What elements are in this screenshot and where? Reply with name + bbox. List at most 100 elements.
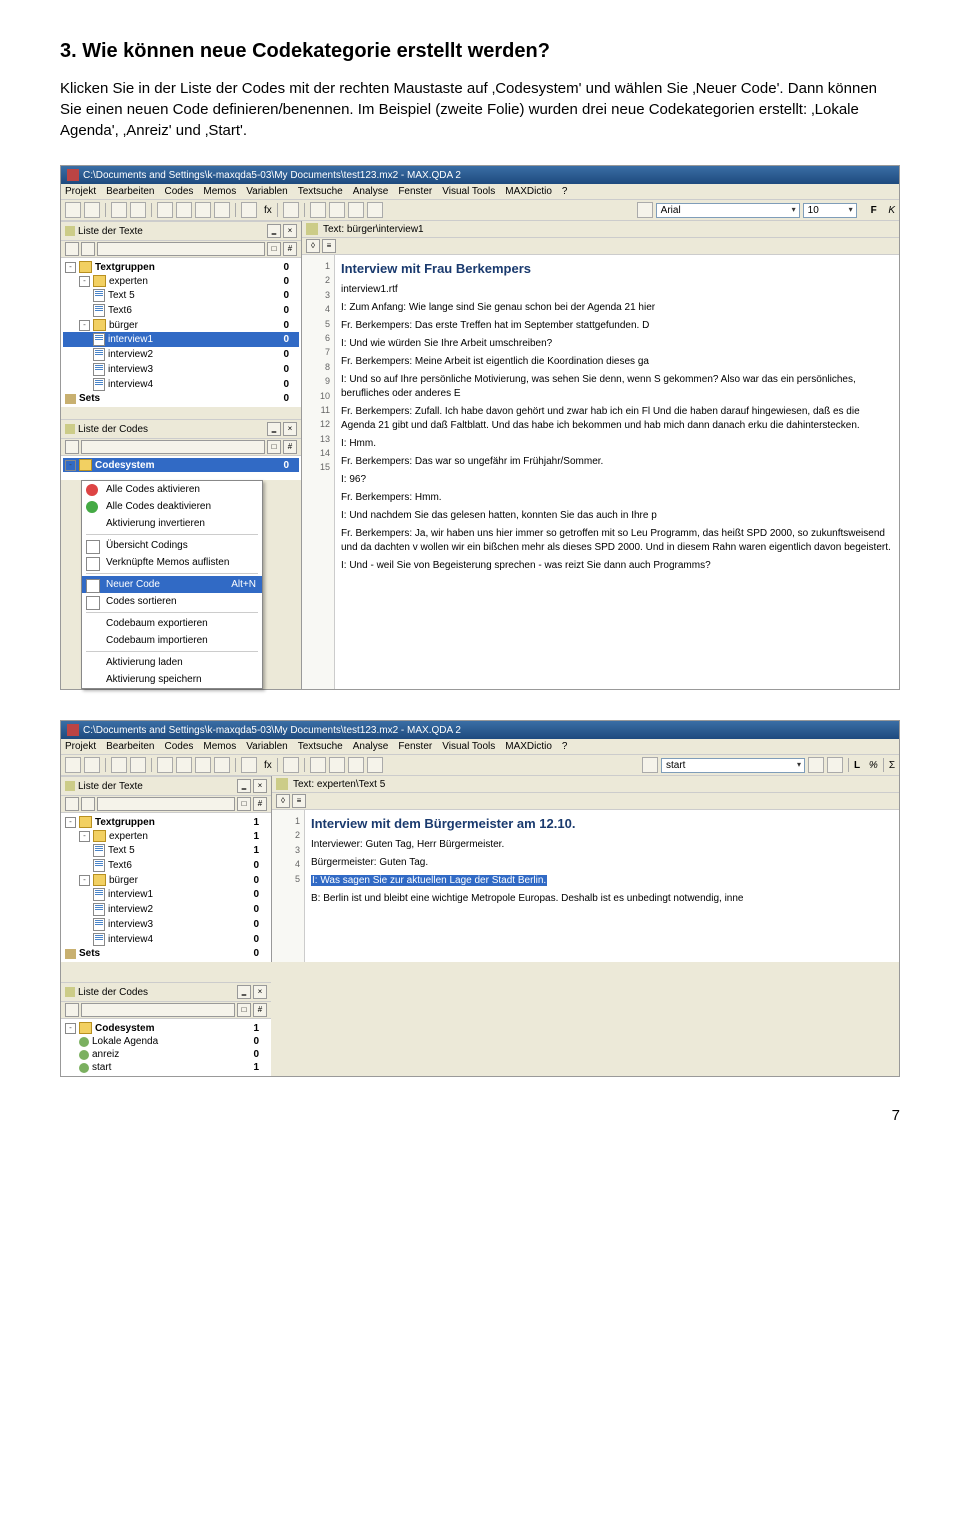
toolbar-button[interactable] <box>111 202 127 218</box>
tree-row[interactable]: Text60 <box>63 303 299 318</box>
menu-item[interactable]: Visual Tools <box>442 741 495 752</box>
tree-row[interactable]: anreiz0 <box>63 1048 269 1061</box>
menu-item[interactable]: Analyse <box>353 186 389 197</box>
menu-item[interactable]: ? <box>562 186 568 197</box>
menu-item[interactable]: Textsuche <box>298 186 343 197</box>
tree-row[interactable]: -Codesystem1 <box>63 1021 269 1035</box>
toolbar-button[interactable] <box>214 757 230 773</box>
tree-row[interactable]: -Codesystem0 <box>63 458 299 472</box>
tree-row[interactable]: -bürger0 <box>63 873 269 887</box>
toolbar-button[interactable]: L <box>854 760 860 771</box>
text-tree[interactable]: -Textgruppen0-experten0Text 50Text60-bür… <box>61 258 301 407</box>
tool-button[interactable]: □ <box>267 242 281 256</box>
tool-button[interactable] <box>65 440 79 454</box>
menu-item[interactable]: Fenster <box>398 741 432 752</box>
menu-item[interactable]: MAXDictio <box>505 741 552 752</box>
codes-tree[interactable]: -Codesystem1Lokale Agenda0anreiz0start1 <box>61 1019 271 1076</box>
menu-item[interactable]: Codes <box>165 186 194 197</box>
tree-row[interactable]: Lokale Agenda0 <box>63 1035 269 1048</box>
tree-row[interactable]: Sets0 <box>63 392 299 405</box>
menu-item[interactable]: MAXDictio <box>505 186 552 197</box>
close-icon[interactable]: × <box>283 422 297 436</box>
context-menu-item[interactable]: Codebaum exportieren <box>82 615 262 632</box>
tool-button[interactable]: ◊ <box>306 239 320 253</box>
toolbar-button[interactable] <box>329 202 345 218</box>
toolbar-button[interactable] <box>157 202 173 218</box>
context-menu-item[interactable]: Aktivierung speichern <box>82 671 262 688</box>
toolbar-button[interactable] <box>84 757 100 773</box>
doc-content[interactable]: Interview mit Frau Berkempersinterview1.… <box>335 255 899 689</box>
main-toolbar[interactable]: fx Arial 10 F K <box>61 200 899 221</box>
toolbar-button[interactable] <box>827 757 843 773</box>
tree-row[interactable]: start1 <box>63 1061 269 1074</box>
tree-row[interactable]: -experten1 <box>63 829 269 843</box>
tree-row[interactable]: interview10 <box>63 332 299 347</box>
toolbar-button[interactable] <box>310 202 326 218</box>
menu-item[interactable]: Projekt <box>65 741 96 752</box>
toolbar-button[interactable] <box>195 202 211 218</box>
context-menu-item[interactable]: Alle Codes aktivieren <box>82 481 262 498</box>
tree-row[interactable]: interview30 <box>63 917 269 932</box>
toolbar-button[interactable] <box>329 757 345 773</box>
menu-item[interactable]: Memos <box>203 186 236 197</box>
menu-bar[interactable]: ProjektBearbeitenCodesMemosVariablenText… <box>61 184 899 200</box>
doc-content[interactable]: Interview mit dem Bürgermeister am 12.10… <box>305 810 899 962</box>
tree-row[interactable]: interview20 <box>63 902 269 917</box>
context-menu-item[interactable]: Alle Codes deaktivieren <box>82 498 262 515</box>
toolbar-button[interactable]: Σ <box>889 760 895 771</box>
tree-row[interactable]: -bürger0 <box>63 318 299 332</box>
menu-item[interactable]: Analyse <box>353 741 389 752</box>
toolbar-button[interactable] <box>84 202 100 218</box>
tool-button[interactable] <box>81 242 95 256</box>
toolbar-button[interactable] <box>214 202 230 218</box>
context-menu-item[interactable]: Übersicht Codings <box>82 537 262 554</box>
toolbar-button[interactable] <box>130 757 146 773</box>
context-menu-item[interactable]: Verknüpfte Memos auflisten <box>82 554 262 571</box>
toolbar-button[interactable] <box>348 202 364 218</box>
tree-row[interactable]: Sets0 <box>63 947 269 960</box>
tool-button[interactable]: □ <box>267 440 281 454</box>
toolbar-button[interactable] <box>637 202 653 218</box>
codes-tree[interactable]: -Codesystem0 <box>61 456 301 480</box>
menu-bar[interactable]: ProjektBearbeitenCodesMemosVariablenText… <box>61 739 899 755</box>
tree-row[interactable]: Text 51 <box>63 843 269 858</box>
font-combo[interactable]: Arial <box>656 203 800 218</box>
close-icon[interactable]: × <box>283 224 297 238</box>
text-tree[interactable]: -Textgruppen1-experten1Text 51Text60-bür… <box>61 813 271 962</box>
tree-row[interactable]: interview40 <box>63 932 269 947</box>
toolbar-button[interactable] <box>348 757 364 773</box>
toolbar-button[interactable] <box>283 757 299 773</box>
toolbar-button[interactable] <box>176 757 192 773</box>
context-menu-item[interactable]: Aktivierung laden <box>82 654 262 671</box>
tree-row[interactable]: -Textgruppen0 <box>63 260 299 274</box>
minimize-icon[interactable]: ‗ <box>267 422 281 436</box>
toolbar-button[interactable]: % <box>869 760 878 771</box>
toolbar-button[interactable] <box>642 757 658 773</box>
tree-row[interactable]: interview20 <box>63 347 299 362</box>
toolbar-button[interactable] <box>130 202 146 218</box>
toolbar-button[interactable] <box>176 202 192 218</box>
context-menu-item[interactable]: Neuer CodeAlt+N <box>82 576 262 593</box>
tool-button[interactable]: # <box>283 242 297 256</box>
tree-row[interactable]: interview30 <box>63 362 299 377</box>
context-menu-item[interactable]: Codebaum importieren <box>82 632 262 649</box>
menu-item[interactable]: Projekt <box>65 186 96 197</box>
italic-button[interactable]: K <box>888 205 895 216</box>
menu-item[interactable]: Bearbeiten <box>106 741 154 752</box>
toolbar-button[interactable] <box>808 757 824 773</box>
menu-item[interactable]: Variablen <box>246 741 288 752</box>
tree-row[interactable]: Text 50 <box>63 288 299 303</box>
tree-row[interactable]: interview10 <box>63 887 269 902</box>
toolbar-button[interactable] <box>195 757 211 773</box>
tree-row[interactable]: -Textgruppen1 <box>63 815 269 829</box>
menu-item[interactable]: Bearbeiten <box>106 186 154 197</box>
context-menu[interactable]: Alle Codes aktivierenAlle Codes deaktivi… <box>81 480 263 689</box>
toolbar-button[interactable] <box>241 757 257 773</box>
toolbar-button[interactable] <box>283 202 299 218</box>
context-menu-item[interactable]: Aktivierung invertieren <box>82 515 262 532</box>
tool-button[interactable]: ≡ <box>322 239 336 253</box>
bold-button[interactable]: F <box>871 205 877 216</box>
tool-button[interactable] <box>65 242 79 256</box>
tree-row[interactable]: interview40 <box>63 377 299 392</box>
toolbar-button[interactable] <box>367 757 383 773</box>
